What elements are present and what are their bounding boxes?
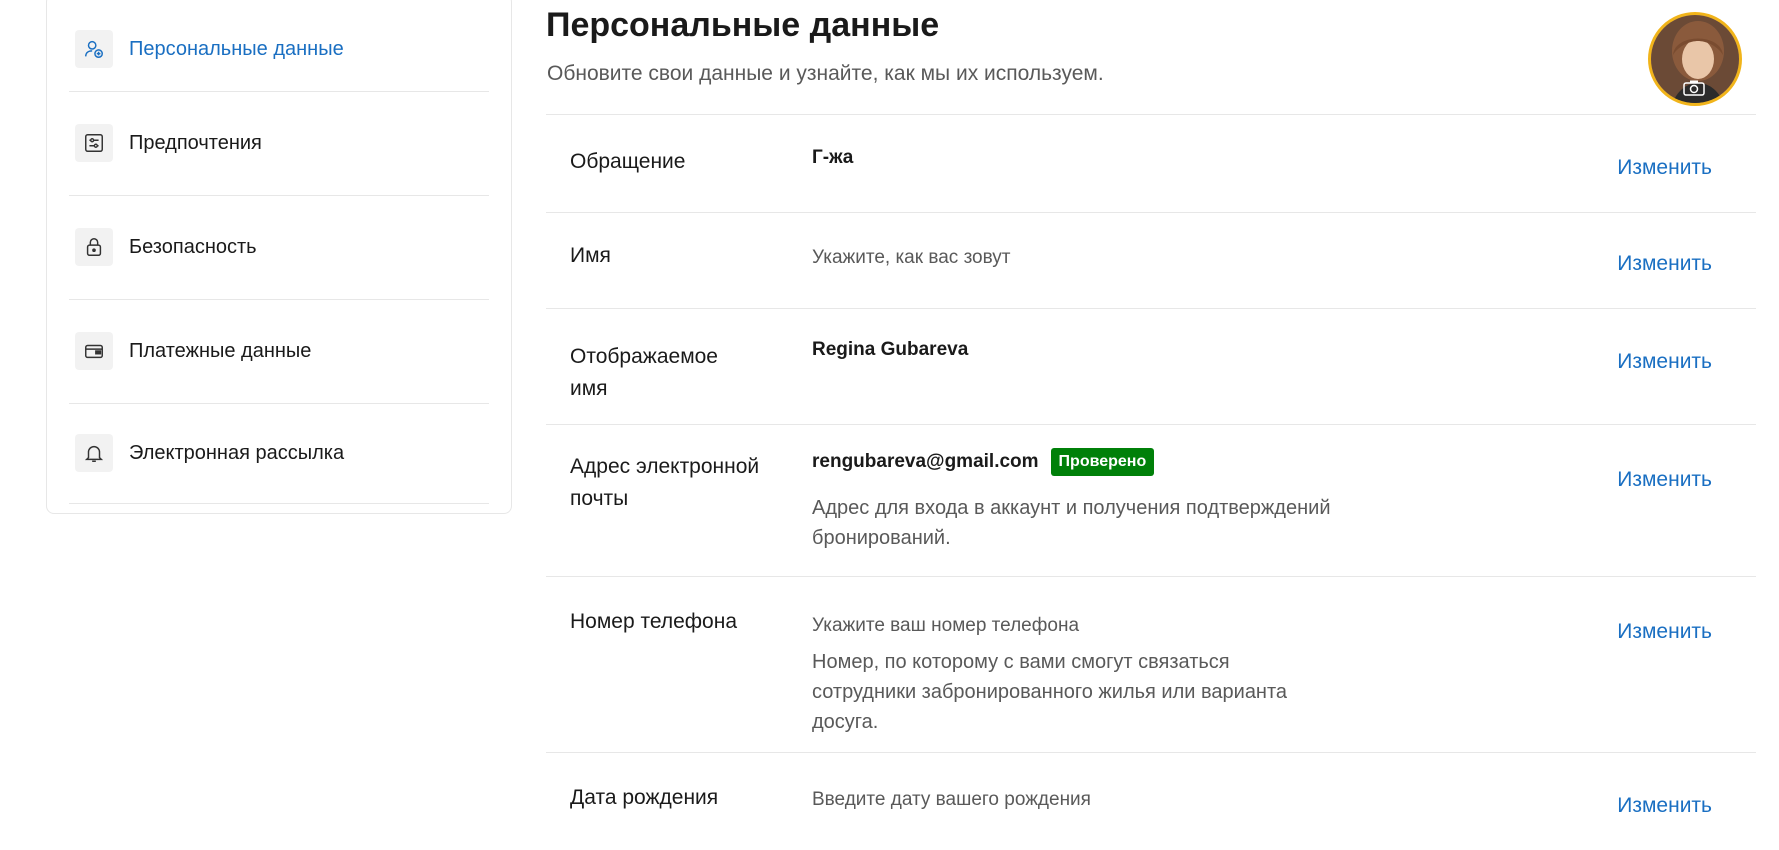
sidebar-item-security[interactable]: Безопасность <box>69 217 489 277</box>
row-label: Имя <box>570 244 611 267</box>
salutation-value: Г-жа <box>812 147 854 168</box>
page-title: Персональные данные <box>546 6 940 44</box>
user-edit-icon <box>75 30 113 68</box>
sidebar-item-label: Предпочтения <box>129 131 262 154</box>
row-label: Обращение <box>570 150 686 173</box>
sidebar-item-newsletter[interactable]: Электронная рассылка <box>69 423 489 483</box>
row-name: Имя Укажите, как вас зовут Изменить <box>546 212 1756 308</box>
sidebar-item-payment[interactable]: Платежные данные <box>69 321 489 381</box>
edit-email-button[interactable]: Изменить <box>1617 465 1712 495</box>
birthdate-value: Введите дату вашего рождения <box>812 789 1091 810</box>
bell-icon <box>75 434 113 472</box>
divider <box>69 503 489 504</box>
row-label: Отображаемое имя <box>570 345 718 400</box>
sidebar-item-label: Электронная рассылка <box>129 441 345 464</box>
phone-description: Номер, по которому с вами смогут связать… <box>812 651 1288 733</box>
email-value: rengubareva@gmail.com <box>812 451 1039 472</box>
edit-salutation-button[interactable]: Изменить <box>1617 153 1712 183</box>
account-sidebar: Персональные данные Предпочтения Безопас… <box>46 0 512 514</box>
lock-icon <box>75 228 113 266</box>
row-label: Дата рождения <box>570 786 719 809</box>
sidebar-item-personal-data[interactable]: Персональные данные <box>69 19 489 79</box>
page-subtitle: Обновите свои данные и узнайте, как мы и… <box>547 62 1104 85</box>
sidebar-item-preferences[interactable]: Предпочтения <box>69 113 489 173</box>
edit-display-name-button[interactable]: Изменить <box>1617 347 1712 377</box>
row-label: Номер телефона <box>570 610 738 633</box>
sidebar-item-label: Персональные данные <box>129 37 344 60</box>
row-birthdate: Дата рождения Введите дату вашего рожден… <box>546 752 1756 850</box>
phone-value: Укажите ваш номер телефона <box>812 615 1080 636</box>
edit-phone-button[interactable]: Изменить <box>1617 617 1712 647</box>
divider <box>69 91 489 92</box>
email-description: Адрес для входа в аккаунт и получения по… <box>812 497 1331 549</box>
display-name-value: Regina Gubareva <box>812 339 969 360</box>
camera-icon[interactable] <box>1683 80 1705 96</box>
email-line: rengubareva@gmail.com Проверено <box>812 447 1155 477</box>
sidebar-item-label: Платежные данные <box>129 339 312 362</box>
wallet-icon <box>75 332 113 370</box>
name-value: Укажите, как вас зовут <box>812 247 1011 268</box>
sliders-icon <box>75 124 113 162</box>
sidebar-item-label: Безопасность <box>129 235 257 258</box>
divider <box>69 403 489 404</box>
row-phone: Номер телефона Укажите ваш номер телефон… <box>546 576 1756 752</box>
divider <box>69 299 489 300</box>
row-display-name: Отображаемое имя Regina Gubareva Изменит… <box>546 308 1756 424</box>
verified-badge: Проверено <box>1050 448 1155 476</box>
row-email: Адрес электронной почты rengubareva@gmai… <box>546 424 1756 574</box>
divider <box>69 195 489 196</box>
edit-birthdate-button[interactable]: Изменить <box>1617 791 1712 821</box>
edit-name-button[interactable]: Изменить <box>1617 249 1712 279</box>
row-salutation: Обращение Г-жа Изменить <box>546 114 1756 212</box>
row-label: Адрес электронной почты <box>570 455 760 510</box>
